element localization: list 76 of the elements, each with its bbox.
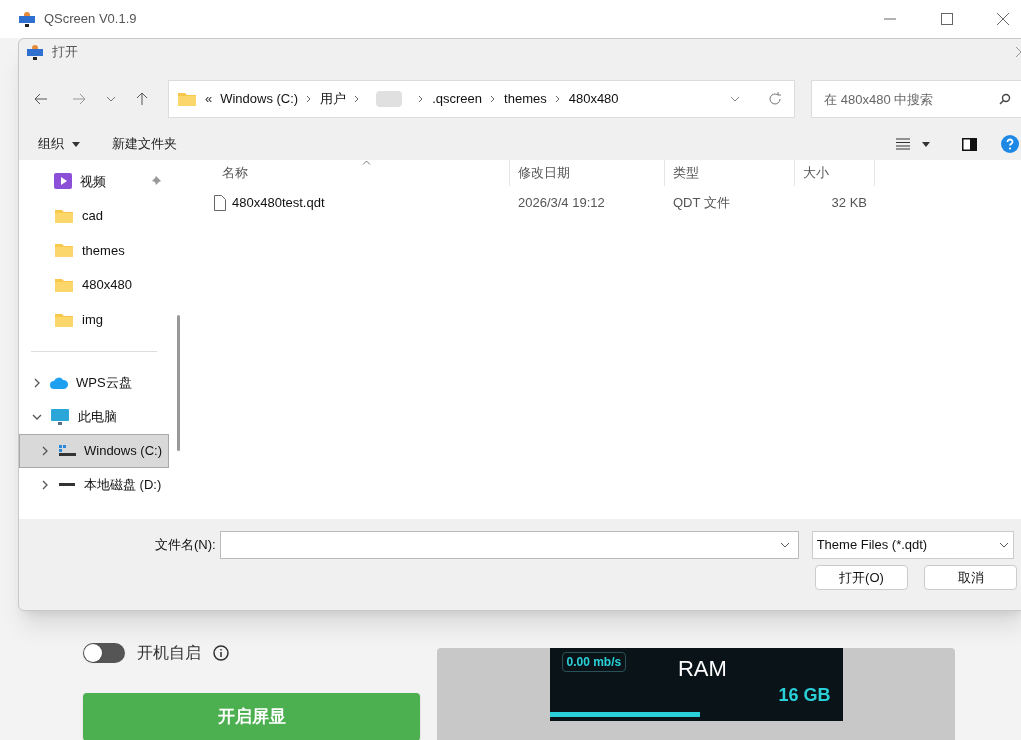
- folder-icon: [54, 242, 74, 259]
- app-icon: [26, 44, 44, 60]
- chevron-down-icon[interactable]: [779, 542, 790, 548]
- chevron-right-icon[interactable]: [32, 377, 42, 388]
- column-header[interactable]: 类型: [665, 160, 795, 186]
- file-icon: [214, 195, 226, 211]
- file-row[interactable]: 480x480test.qdt 2026/3/4 19:12 QDT 文件 32 KB: [187, 191, 1021, 215]
- folder-icon: [54, 277, 74, 294]
- overflow-chevron[interactable]: «: [204, 89, 213, 109]
- scrollbar-thumb[interactable]: [176, 315, 180, 451]
- window-title: QScreen V0.1.9: [44, 10, 137, 29]
- nav-item[interactable]: 480x480: [19, 267, 169, 303]
- dialog-button[interactable]: 打开(O): [815, 565, 908, 590]
- dialog-button[interactable]: 取消: [924, 565, 1017, 590]
- monitor-icon: [50, 407, 70, 426]
- column-header[interactable]: 大小: [795, 160, 875, 186]
- back-arrow-icon[interactable]: [34, 93, 48, 105]
- up-arrow-icon[interactable]: [135, 92, 148, 106]
- caret-icon[interactable]: [922, 141, 930, 147]
- organize-menu[interactable]: 组织: [38, 134, 80, 154]
- preview-pane-icon[interactable]: [962, 137, 977, 151]
- drive-icon: [59, 483, 75, 487]
- gauge-value: 16 GB: [778, 684, 831, 707]
- path-segment[interactable]: 用户: [320, 89, 347, 109]
- nav-item[interactable]: cad: [19, 198, 169, 234]
- redacted-block: [376, 91, 403, 107]
- chevron-down-icon[interactable]: [105, 95, 116, 103]
- chevron-right-icon[interactable]: [490, 95, 497, 103]
- chevron-down-icon: [998, 542, 1009, 548]
- filename-label: 文件名(N):: [155, 536, 216, 555]
- help-icon[interactable]: [1001, 135, 1019, 153]
- column-header[interactable]: 名称: [214, 160, 510, 186]
- tree-item[interactable]: 此电脑: [19, 399, 169, 434]
- speed-reading: 0.00 mb/s: [561, 652, 627, 672]
- gauge-label: RAM: [677, 655, 727, 683]
- app-icon: [18, 11, 36, 27]
- caret-icon: [72, 141, 80, 147]
- tree-item[interactable]: Windows (C:): [19, 433, 169, 468]
- list-view-icon[interactable]: [896, 138, 910, 150]
- path-segment[interactable]: 480x480: [568, 89, 619, 109]
- chevron-right-icon[interactable]: [40, 445, 50, 456]
- search-field[interactable]: 在 480x480 中搜索: [811, 80, 1021, 118]
- column-header[interactable]: 修改日期: [510, 160, 665, 186]
- maximize-icon[interactable]: [941, 13, 953, 25]
- filename-field[interactable]: [219, 531, 799, 559]
- chevron-right-icon[interactable]: [40, 479, 50, 490]
- chevron-down-icon[interactable]: [730, 95, 741, 103]
- dialog-title: 打开: [52, 43, 78, 62]
- path-segment[interactable]: Windows (C:): [220, 89, 299, 109]
- chevron-right-icon[interactable]: [554, 95, 561, 103]
- refresh-icon[interactable]: [768, 92, 783, 106]
- close-icon[interactable]: [997, 13, 1009, 25]
- folder-icon: [54, 207, 74, 224]
- chevron-right-icon[interactable]: [418, 95, 425, 103]
- tree-item[interactable]: 本地磁盘 (D:): [19, 467, 169, 502]
- search-icon[interactable]: [999, 93, 1011, 105]
- chevron-right-icon[interactable]: [354, 95, 361, 103]
- nav-item[interactable]: themes: [19, 233, 169, 268]
- address-bar[interactable]: « Windows (C:) 用户 .qscreen themes 480x480: [167, 80, 796, 118]
- chevron-right-icon[interactable]: [306, 95, 313, 103]
- nav-item[interactable]: 视频: [19, 164, 169, 199]
- toggle-switch[interactable]: [83, 643, 125, 663]
- drive-icon: [58, 443, 76, 458]
- file-type-dropdown[interactable]: Theme Files (*.qdt): [811, 531, 1014, 559]
- video-icon: [54, 173, 72, 190]
- tree-item[interactable]: WPS云盘: [19, 365, 169, 400]
- new-folder-button[interactable]: 新建文件夹: [112, 134, 177, 154]
- sort-ascending-icon: [361, 160, 371, 165]
- path-segment[interactable]: themes: [504, 89, 547, 109]
- cloud-icon: [50, 376, 68, 389]
- autostart-label: 开机自启: [137, 643, 201, 663]
- nav-item[interactable]: img: [19, 302, 169, 337]
- path-segment[interactable]: .qscreen: [432, 89, 483, 109]
- folder-icon: [176, 91, 197, 107]
- info-icon[interactable]: [213, 645, 229, 661]
- folder-icon: [54, 311, 74, 328]
